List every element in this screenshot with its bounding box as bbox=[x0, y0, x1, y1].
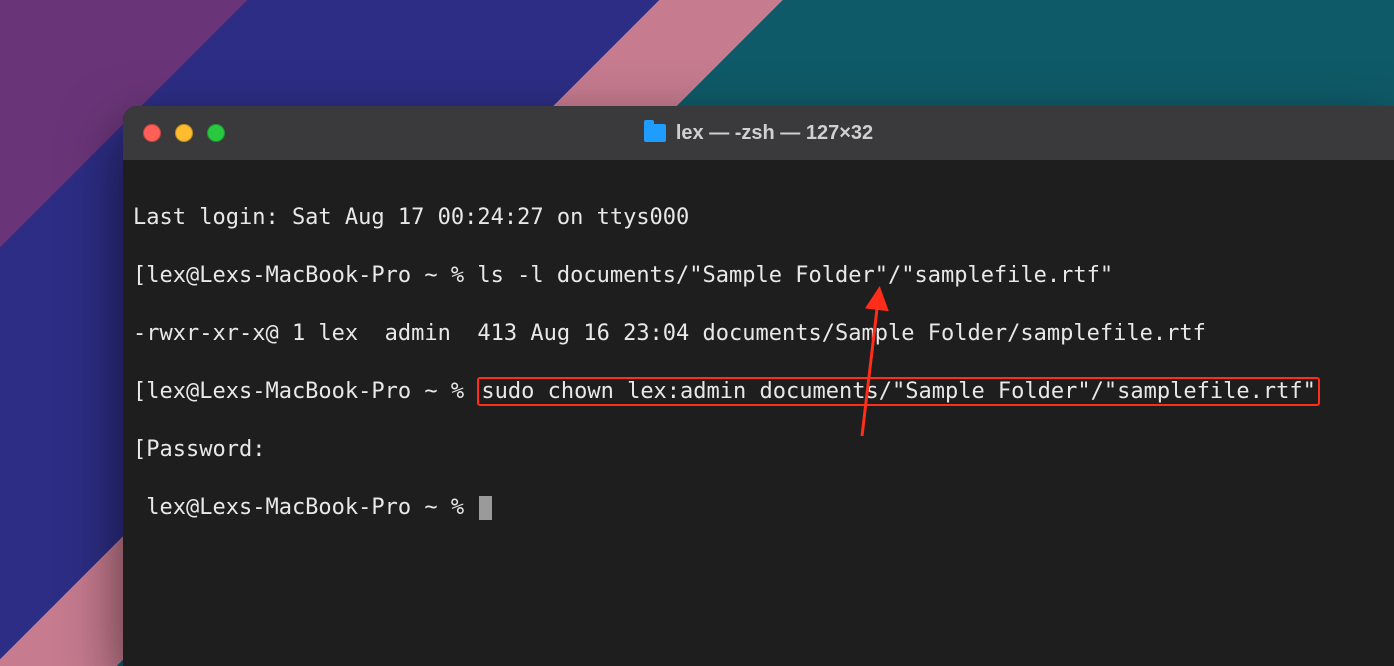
prompt: [lex@Lexs-MacBook-Pro ~ % bbox=[133, 379, 477, 404]
minimize-button[interactable] bbox=[175, 124, 193, 142]
last-login-line: Last login: Sat Aug 17 00:24:27 on ttys0… bbox=[133, 203, 1384, 232]
cursor bbox=[479, 496, 492, 520]
traffic-lights bbox=[143, 124, 225, 142]
highlighted-command: sudo chown lex:admin documents/"Sample F… bbox=[477, 377, 1319, 406]
prompt: [lex@Lexs-MacBook-Pro ~ % bbox=[133, 263, 477, 288]
password-prompt: [Password: bbox=[133, 435, 1384, 464]
ls-output-line: -rwxr-xr-x@ 1 lex admin 413 Aug 16 23:04… bbox=[133, 319, 1384, 348]
window-title: lex — -zsh — 127×32 bbox=[676, 122, 873, 145]
folder-icon bbox=[644, 124, 666, 142]
close-button[interactable] bbox=[143, 124, 161, 142]
maximize-button[interactable] bbox=[207, 124, 225, 142]
window-titlebar[interactable]: lex — -zsh — 127×32 bbox=[123, 106, 1394, 160]
desktop-wallpaper: lex — -zsh — 127×32 Last login: Sat Aug … bbox=[0, 0, 1394, 666]
terminal-output[interactable]: Last login: Sat Aug 17 00:24:27 on ttys0… bbox=[123, 160, 1394, 594]
terminal-window[interactable]: lex — -zsh — 127×32 Last login: Sat Aug … bbox=[123, 106, 1394, 666]
command-ls: ls -l documents/"Sample Folder"/"samplef… bbox=[477, 263, 1113, 288]
prompt: lex@Lexs-MacBook-Pro ~ % bbox=[133, 495, 477, 520]
